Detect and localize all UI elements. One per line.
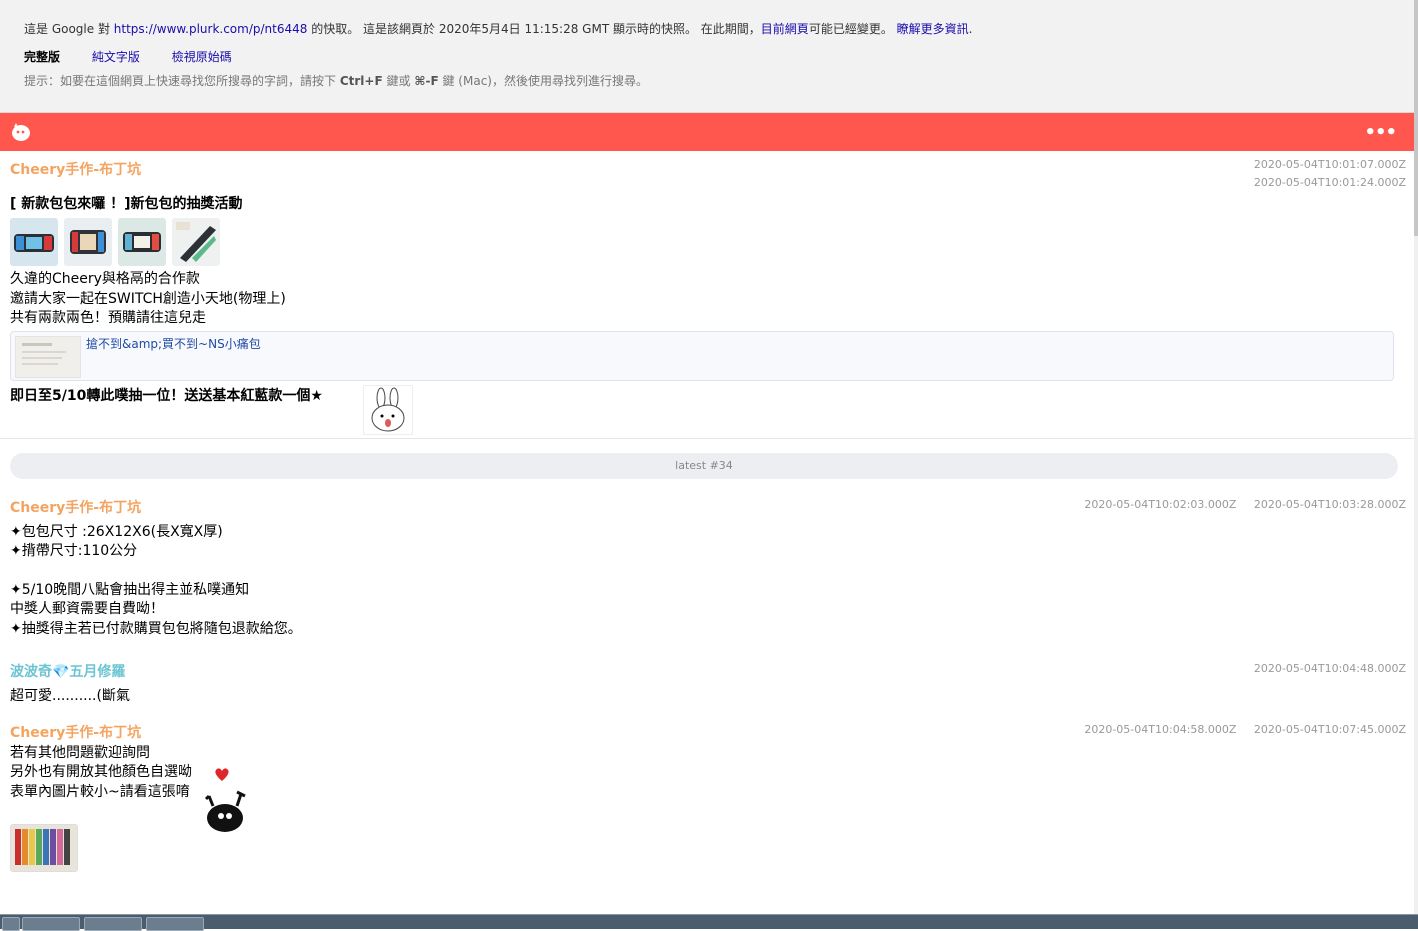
post-edit-timestamp: 2020-05-04T10:01:24.000Z [1253,176,1406,189]
response-text-line: ✦揹帶尺寸:110公分 [10,543,138,559]
post-author[interactable]: Cheery手作-布丁坑 [10,161,1404,181]
learn-more-link[interactable]: 瞭解更多資訊 [897,22,969,36]
plurk-logo-icon[interactable] [10,122,32,142]
page-scrollbar[interactable] [1414,0,1418,929]
cache-notice-post: 可能已經變更。 [808,22,893,36]
blob-emoticon-icon [203,788,249,834]
post-image-thumbs [10,218,1404,266]
post-text-line: 共有兩款兩色！預購請往這兒走 [10,310,206,326]
view-source-link[interactable]: 檢視原始碼 [172,50,232,64]
post-separator [0,438,1414,439]
post-image-thumb[interactable] [172,218,220,266]
response-timestamps: 2020-05-04T10:02:03.000Z 2020-05-04T10:0… [1070,495,1406,515]
color-chart-thumb[interactable] [10,824,78,872]
response-timestamp: 2020-05-04T10:04:48.000Z [1253,662,1406,675]
original-post: Cheery手作-布丁坑 2020-05-04T10:01:07.000Z 20… [0,151,1414,438]
os-taskbar [0,914,1418,931]
post-image-thumb[interactable] [10,218,58,266]
post-footer-row: 即日至5/10轉此噗抽一位！送送基本紅藍款一個★ [10,384,1404,435]
full-version-link: 完整版 [24,50,61,64]
post-footer-text: 即日至5/10轉此噗抽一位！送送基本紅藍款一個★ [10,387,323,404]
scrollbar-thumb[interactable] [1414,0,1418,236]
plurk-header: ••• [0,113,1414,151]
cache-notice-mid: 的快取。 這是該網頁於 2020年5月4日 11:15:28 GMT 顯示時的快… [311,22,761,36]
cache-view-links: 完整版 純文字版 檢視原始碼 [24,48,260,65]
link-preview-title[interactable]: 搶不到&amp;買不到~NS小痛包 [86,335,261,355]
tip-mid: 鍵或 [386,74,411,88]
response-text-line: ✦抽獎得主若已付款購買包包將隨包退款給您。 [10,620,302,637]
cached-url-link[interactable]: https://www.plurk.com/p/nt6448 [114,22,308,36]
response-timestamps: 2020-05-04T10:04:48.000Z [1240,659,1406,679]
response-item: Cheery手作-布丁坑 2020-05-04T10:04:58.000Z 20… [0,714,1414,890]
tip-key-ctrl-f: Ctrl+F [339,74,383,88]
heart-emoticon-icon [213,764,231,784]
link-preview-image [15,335,81,378]
post-timestamp: 2020-05-04T10:01:07.000Z [1253,158,1406,171]
response-text-line: ✦包包尺寸 :26X12X6(長X寬X厚) [10,523,223,540]
post-text-line: 久違的Cheery與格鬲的合作款 [10,271,200,287]
response-timestamps: 2020-05-04T10:04:58.000Z 2020-05-04T10:0… [1070,720,1406,740]
bunny-emoticon-icon [363,384,413,435]
cache-notice-pre: 這是 Google 對 [24,22,110,36]
response-timestamp: 2020-05-04T10:02:03.000Z [1084,498,1237,511]
link-preview-card[interactable]: 搶不到&amp;買不到~NS小痛包 [10,330,1394,381]
more-options-icon[interactable]: ••• [1364,122,1397,143]
response-item: Cheery手作-布丁坑 2020-05-04T10:02:03.000Z 20… [0,489,1414,653]
post-image-thumb[interactable] [118,218,166,266]
response-text-line: 若有其他問題歡迎詢問 [10,744,150,761]
response-timestamp: 2020-05-04T10:04:58.000Z [1084,723,1237,736]
post-image-thumb[interactable] [64,218,112,266]
response-text-line: 超可愛..........(斷氣 [10,687,130,704]
response-text-line: 中獎人郵資需要自費呦！ [10,601,164,617]
tip-pre: 提示：如要在這個網頁上快速尋找您所搜尋的字詞，請按下 [24,74,337,88]
tip-key-cmd-f: ⌘-F [414,74,439,88]
cache-notice: 這是 Google 對 https://www.plurk.com/p/nt64… [24,22,973,36]
response-edit-timestamp: 2020-05-04T10:03:28.000Z [1253,498,1406,511]
cache-banner: 這是 Google 對 https://www.plurk.com/p/nt64… [0,0,1416,113]
post-title: [ 新款包包來囉 ！]新包包的抽獎活動 [10,195,243,212]
plurk-content: Cheery手作-布丁坑 2020-05-04T10:01:07.000Z 20… [0,151,1414,890]
response-author[interactable]: 波波奇💎五月修羅 [10,663,1404,683]
text-only-link[interactable]: 純文字版 [92,50,140,64]
search-tip: 提示：如要在這個網頁上快速尋找您所搜尋的字詞，請按下 Ctrl+F 鍵或 ⌘-F… [24,72,648,89]
response-item: 波波奇💎五月修羅 2020-05-04T10:04:48.000Z 超可愛...… [0,653,1414,714]
response-text-line [10,562,1404,581]
post-text-line: 邀請大家一起在SWITCH創造小天地(物理上) [10,290,286,307]
response-text-line: ✦5/10晚間八點會抽出得主並私噗通知 [10,581,250,598]
current-page-link[interactable]: 目前網頁 [761,22,809,36]
post-timestamps: 2020-05-04T10:01:07.000Z 2020-05-04T10:0… [1254,156,1406,192]
latest-responses-bar[interactable]: latest #34 [10,453,1398,479]
response-edit-timestamp: 2020-05-04T10:07:45.000Z [1253,723,1406,736]
tip-post: 鍵 (Mac)，然後使用尋找列進行搜尋。 [442,74,648,88]
